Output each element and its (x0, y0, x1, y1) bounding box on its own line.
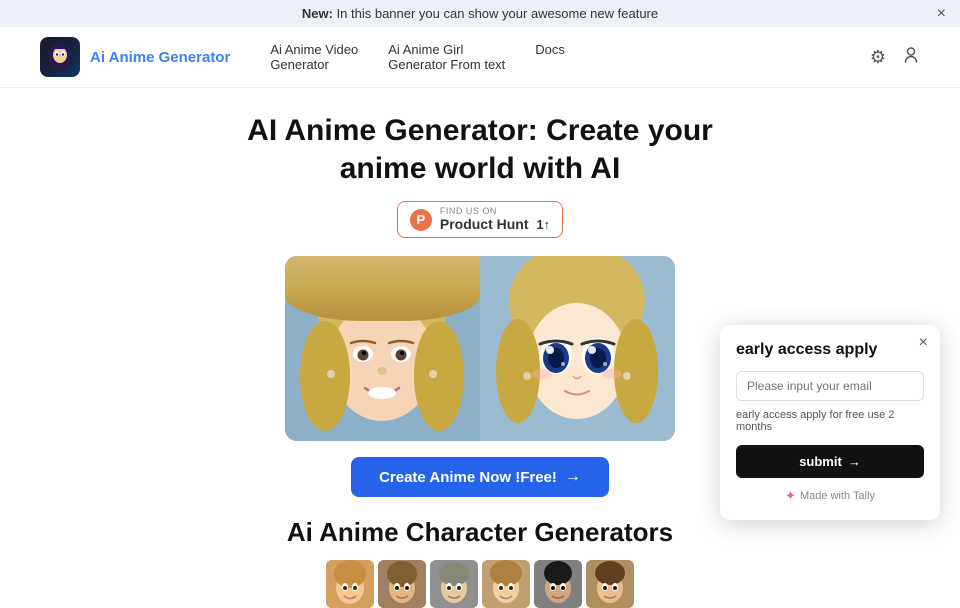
banner-body-text: In this banner you can show your awesome… (337, 6, 659, 21)
thumb-1 (326, 560, 374, 608)
top-banner: New: In this banner you can show your aw… (0, 0, 960, 27)
popup-title: early access apply (736, 341, 924, 359)
face-anime-svg (480, 256, 675, 441)
product-hunt-icon: P (410, 209, 432, 231)
tally-star-icon: ✦ (785, 488, 796, 504)
banner-close-button[interactable]: × (937, 5, 946, 23)
nav-logo[interactable]: Ai Anime Generator (40, 37, 230, 77)
thumb-5 (534, 560, 582, 608)
nav-link-docs[interactable]: Docs (535, 42, 565, 57)
face-left-real (285, 256, 480, 441)
settings-icon-button[interactable]: ⚙ (870, 47, 886, 68)
hero-image (285, 256, 675, 441)
nav-link-girl[interactable]: Ai Anime Girl Generator From text (388, 42, 505, 72)
nav-logo-text: Ai Anime Generator (90, 49, 230, 66)
nav-link-video[interactable]: Ai Anime Video Generator (270, 42, 358, 72)
hero-title: AI Anime Generator: Create your anime wo… (247, 112, 713, 187)
settings-icon: ⚙ (870, 47, 886, 68)
early-access-popup: × early access apply early access apply … (720, 325, 940, 520)
thumb-6 (586, 560, 634, 608)
logo-icon (45, 42, 75, 72)
thumb-2 (378, 560, 426, 608)
email-input[interactable] (736, 371, 924, 401)
navbar: Ai Anime Generator Ai Anime Video Genera… (0, 27, 960, 88)
face-pair (285, 256, 675, 441)
logo-image (40, 37, 80, 77)
user-icon-button[interactable] (902, 46, 920, 69)
thumbnail-row (326, 560, 634, 608)
popup-footer: ✦ Made with Tally (736, 488, 924, 504)
create-button[interactable]: Create Anime Now !Free! → (351, 457, 609, 497)
popup-hint-text: early access apply for free use 2 months (736, 409, 924, 433)
nav-icon-group: ⚙ (870, 46, 920, 69)
popup-close-button[interactable]: × (919, 335, 928, 351)
thumb-4 (482, 560, 530, 608)
char-gen-title: Ai Anime Character Generators (287, 517, 673, 548)
product-hunt-badge[interactable]: P FIND US ON Product Hunt 1↑ (397, 201, 563, 238)
hair-left (285, 256, 480, 321)
thumb-3 (430, 560, 478, 608)
user-icon (902, 46, 920, 69)
product-hunt-text: FIND US ON Product Hunt 1↑ (440, 207, 550, 232)
face-right-anime (480, 256, 675, 441)
banner-new-label: New: (302, 6, 333, 21)
nav-links: Ai Anime Video Generator Ai Anime Girl G… (270, 42, 830, 72)
popup-submit-button[interactable]: submit → (736, 445, 924, 478)
